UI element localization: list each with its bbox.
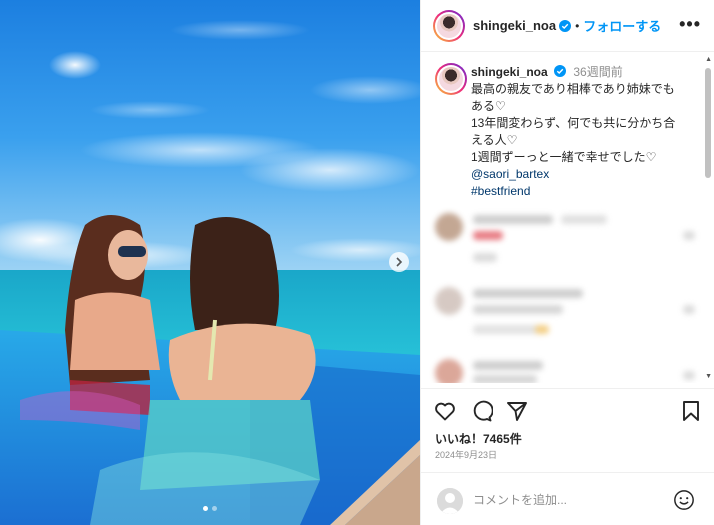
heart-icon[interactable] xyxy=(433,399,457,423)
scroll-up-arrow[interactable]: ▲ xyxy=(705,56,712,63)
mention-link[interactable]: @saori_bartex xyxy=(471,166,705,183)
pool-scene-image xyxy=(0,0,420,525)
comment-composer xyxy=(421,472,714,525)
bookmark-icon[interactable] xyxy=(679,399,703,423)
carousel-indicator xyxy=(0,506,420,511)
comments-list[interactable]: shingeki_noa 36週間前 最高の親友であり相棒であり姉妹でも ある♡… xyxy=(421,53,714,383)
current-user-avatar xyxy=(437,488,463,514)
scrollbar-thumb[interactable] xyxy=(705,68,711,178)
caption-line: 13年間変わらず、何でも共に分かち合 xyxy=(471,116,676,130)
blurred-comment xyxy=(435,359,705,383)
post-photo[interactable] xyxy=(0,0,420,525)
comment-input[interactable] xyxy=(473,490,663,510)
carousel-next-button[interactable] xyxy=(389,252,409,272)
emoji-icon[interactable] xyxy=(673,489,695,511)
blurred-comment xyxy=(435,213,705,273)
caption-line: 最高の親友であり相棒であり姉妹でも xyxy=(471,82,675,96)
action-bar xyxy=(421,388,714,432)
author-avatar[interactable] xyxy=(433,9,465,42)
caption-line: 1週間ずーっと一緒で幸せでした♡ xyxy=(471,150,657,164)
header-separator: • xyxy=(575,18,580,33)
author-username[interactable]: shingeki_noa xyxy=(473,18,556,33)
user-silhouette-icon xyxy=(437,488,463,514)
carousel-dot xyxy=(203,506,208,511)
carousel-dot xyxy=(212,506,217,511)
comment-icon[interactable] xyxy=(469,399,493,423)
post-header: shingeki_noa • フォローする ••• xyxy=(421,0,714,52)
hashtag-link[interactable]: #bestfriend xyxy=(471,183,705,200)
post-side-panel: shingeki_noa • フォローする ••• shingeki_noa 3… xyxy=(420,0,714,525)
share-icon[interactable] xyxy=(505,399,529,423)
scroll-down-arrow[interactable]: ▼ xyxy=(705,373,712,380)
caption-timestamp[interactable]: 36週間前 xyxy=(573,65,622,79)
caption-avatar[interactable] xyxy=(435,63,467,95)
more-options-icon[interactable]: ••• xyxy=(679,15,701,33)
likes-count[interactable]: いいね！7465件 xyxy=(435,430,522,447)
caption-username[interactable]: shingeki_noa xyxy=(471,65,548,79)
verified-badge-icon xyxy=(559,19,572,32)
follow-button[interactable]: フォローする xyxy=(583,16,661,35)
caption-line: える人♡ xyxy=(471,133,518,147)
caption-line: ある♡ xyxy=(471,99,506,113)
post-date: 2024年9月23日 xyxy=(435,450,498,460)
blurred-comment xyxy=(435,287,705,347)
verified-badge-icon xyxy=(554,65,567,77)
chevron-right-icon xyxy=(396,257,403,267)
